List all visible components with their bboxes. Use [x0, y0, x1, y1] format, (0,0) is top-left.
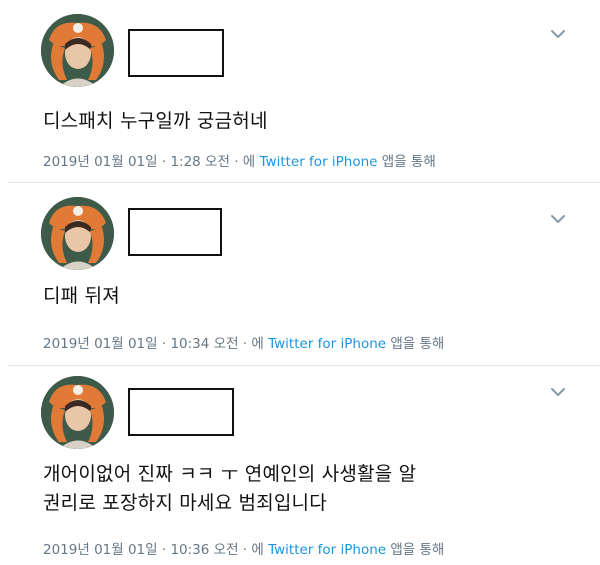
meta-separator: · [161, 154, 167, 170]
meta-separator: · [234, 154, 239, 170]
via-suffix: 앱을 통해 [381, 154, 436, 170]
tweet-text-line: 디스패치 누구일까 궁금허네 [43, 110, 268, 132]
source-link[interactable]: Twitter for iPhone [260, 154, 378, 170]
avatar-image [41, 376, 114, 449]
tweet-meta: 2019년 01월 01일 · 1:28 오전 · 에 Twitter for … [43, 150, 436, 170]
tweet-date[interactable]: 2019년 01월 01일 [43, 542, 158, 558]
tweet-date[interactable]: 2019년 01월 01일 [43, 154, 158, 170]
via-suffix: 앱을 통해 [390, 336, 445, 352]
tweet: 디스패치 누구일까 궁금허네 2019년 01월 01일 · 1:28 오전 ·… [0, 0, 600, 183]
via-prefix: 에 [251, 542, 264, 558]
chevron-down-icon[interactable] [550, 28, 566, 40]
via-suffix: 앱을 통해 [390, 542, 445, 558]
redacted-username-box [128, 208, 222, 256]
tweet-text: 개어이없어 진짜 ㅋㅋ ㅜ 연예인의 사생활을 알 권리로 포장하지 마세요 범… [43, 460, 416, 518]
tweet-date[interactable]: 2019년 01월 01일 [43, 336, 158, 352]
tweet: 디패 뒤져 2019년 01월 01일 · 10:34 오전 · 에 Twitt… [0, 183, 600, 366]
source-link[interactable]: Twitter for iPhone [268, 542, 386, 558]
tweet-text: 디스패치 누구일까 궁금허네 [43, 107, 268, 136]
tweet-text: 디패 뒤져 [43, 282, 120, 311]
meta-separator: · [242, 336, 248, 352]
avatar[interactable] [41, 14, 114, 87]
chevron-down-icon[interactable] [550, 386, 566, 398]
tweet-meta: 2019년 01월 01일 · 10:34 오전 · 에 Twitter for… [43, 332, 444, 352]
tweet-time[interactable]: 10:34 오전 [170, 336, 238, 352]
via-prefix: 에 [242, 154, 256, 170]
redacted-username-box [128, 29, 224, 77]
chevron-down-icon[interactable] [550, 213, 566, 225]
tweet-time[interactable]: 1:28 오전 [170, 154, 229, 170]
tweet-text-line: 디패 뒤져 [43, 285, 120, 307]
tweet-meta: 2019년 01월 01일 · 10:36 오전 · 에 Twitter for… [43, 538, 444, 558]
avatar-image [41, 197, 114, 270]
avatar-image [41, 14, 114, 87]
tweet-text-line: 개어이없어 진짜 ㅋㅋ ㅜ 연예인의 사생활을 알 [43, 463, 417, 485]
avatar[interactable] [41, 376, 114, 449]
tweet-time[interactable]: 10:36 오전 [170, 542, 238, 558]
redacted-username-box [128, 388, 234, 436]
source-link[interactable]: Twitter for iPhone [268, 336, 386, 352]
tweet-text-line: 권리로 포장하지 마세요 범죄입니다 [43, 492, 327, 514]
meta-separator: · [242, 542, 248, 558]
tweet: 개어이없어 진짜 ㅋㅋ ㅜ 연예인의 사생활을 알 권리로 포장하지 마세요 범… [0, 366, 600, 565]
avatar[interactable] [41, 197, 114, 270]
meta-separator: · [161, 542, 167, 558]
meta-separator: · [161, 336, 167, 352]
via-prefix: 에 [251, 336, 264, 352]
